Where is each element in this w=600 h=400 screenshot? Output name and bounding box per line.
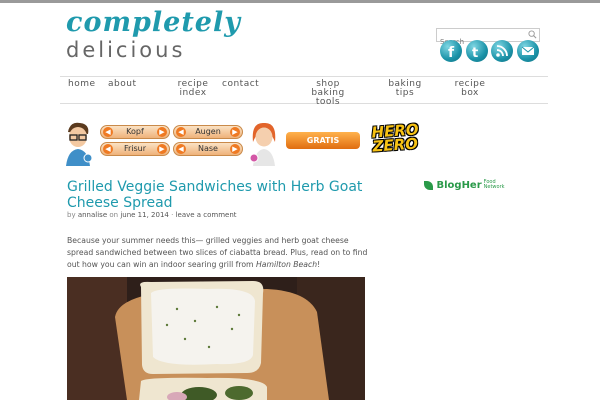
- meta-by: by: [67, 211, 76, 219]
- ad-girl-avatar: [249, 122, 276, 166]
- post-author-link[interactable]: annalise: [78, 211, 107, 219]
- ad-play-button[interactable]: GRATIS SPIELEN!: [286, 132, 360, 162]
- hamilton-beach-link[interactable]: Hamilton Beach: [256, 260, 317, 269]
- nav-recipe-index[interactable]: recipe index: [177, 80, 209, 98]
- search-icon[interactable]: [528, 30, 537, 39]
- excerpt-text: Because your summer needs this— grilled …: [67, 236, 368, 269]
- ad-button-label: Nase: [198, 144, 218, 153]
- meta-on: on: [109, 211, 119, 219]
- sandwich-photo: [67, 277, 365, 400]
- rss-icon[interactable]: [491, 40, 513, 62]
- main-nav: home about recipe index contact shop bak…: [60, 76, 548, 107]
- blogher-leaf-icon: [424, 180, 433, 190]
- nav-recipe-box[interactable]: recipe box: [452, 80, 488, 98]
- svg-text:t: t: [472, 46, 478, 61]
- email-icon[interactable]: [517, 40, 539, 62]
- ad-button-kopf[interactable]: ◀ ▶ Kopf: [100, 125, 170, 139]
- blogher-badge[interactable]: BlogHer Food Network: [424, 179, 505, 191]
- nav-baking-tips[interactable]: baking tips: [387, 80, 423, 98]
- ad-button-label: Frisur: [123, 144, 147, 153]
- post-excerpt: Because your summer needs this— grilled …: [67, 235, 372, 271]
- nav-about[interactable]: about: [108, 80, 136, 89]
- nav-contact[interactable]: contact: [222, 80, 259, 89]
- nav-shop-baking-tools[interactable]: shop baking tools: [298, 80, 358, 107]
- facebook-icon[interactable]: f: [440, 40, 462, 62]
- hero-zero-logo: HERO ZERO: [371, 120, 420, 156]
- ad-button-nase[interactable]: ◀ ▶ Nase: [173, 142, 243, 156]
- blogher-network: Food Network: [483, 179, 505, 190]
- logo-line1: completely: [66, 7, 241, 38]
- meta-separator: ·: [171, 211, 174, 219]
- post-title[interactable]: Grilled Veggie Sandwiches with Herb Goat…: [67, 179, 367, 211]
- ad-button-frisur[interactable]: ◀ ▶ Frisur: [100, 142, 170, 156]
- logo-line2: delicious: [66, 38, 186, 62]
- leave-comment-link[interactable]: leave a comment: [176, 211, 237, 219]
- ad-button-augen[interactable]: ◀ ▶ Augen: [173, 125, 243, 139]
- blogher-name: BlogHer: [436, 180, 482, 191]
- top-bar: [0, 0, 600, 3]
- post-image[interactable]: [67, 277, 365, 400]
- post-meta: by annalise on june 11, 2014 · leave a c…: [67, 211, 237, 219]
- ad-button-label: Kopf: [126, 127, 144, 136]
- site-logo[interactable]: completely delicious: [66, 7, 241, 63]
- nav-home[interactable]: home: [68, 80, 96, 89]
- ad-boy-avatar: [66, 122, 93, 166]
- svg-text:f: f: [448, 45, 455, 61]
- post-date: june 11, 2014: [120, 211, 169, 219]
- hero-logo-line2: ZERO: [371, 134, 419, 156]
- twitter-icon[interactable]: t: [466, 40, 488, 62]
- excerpt-end: !: [317, 260, 321, 269]
- ad-button-label: Augen: [195, 127, 221, 136]
